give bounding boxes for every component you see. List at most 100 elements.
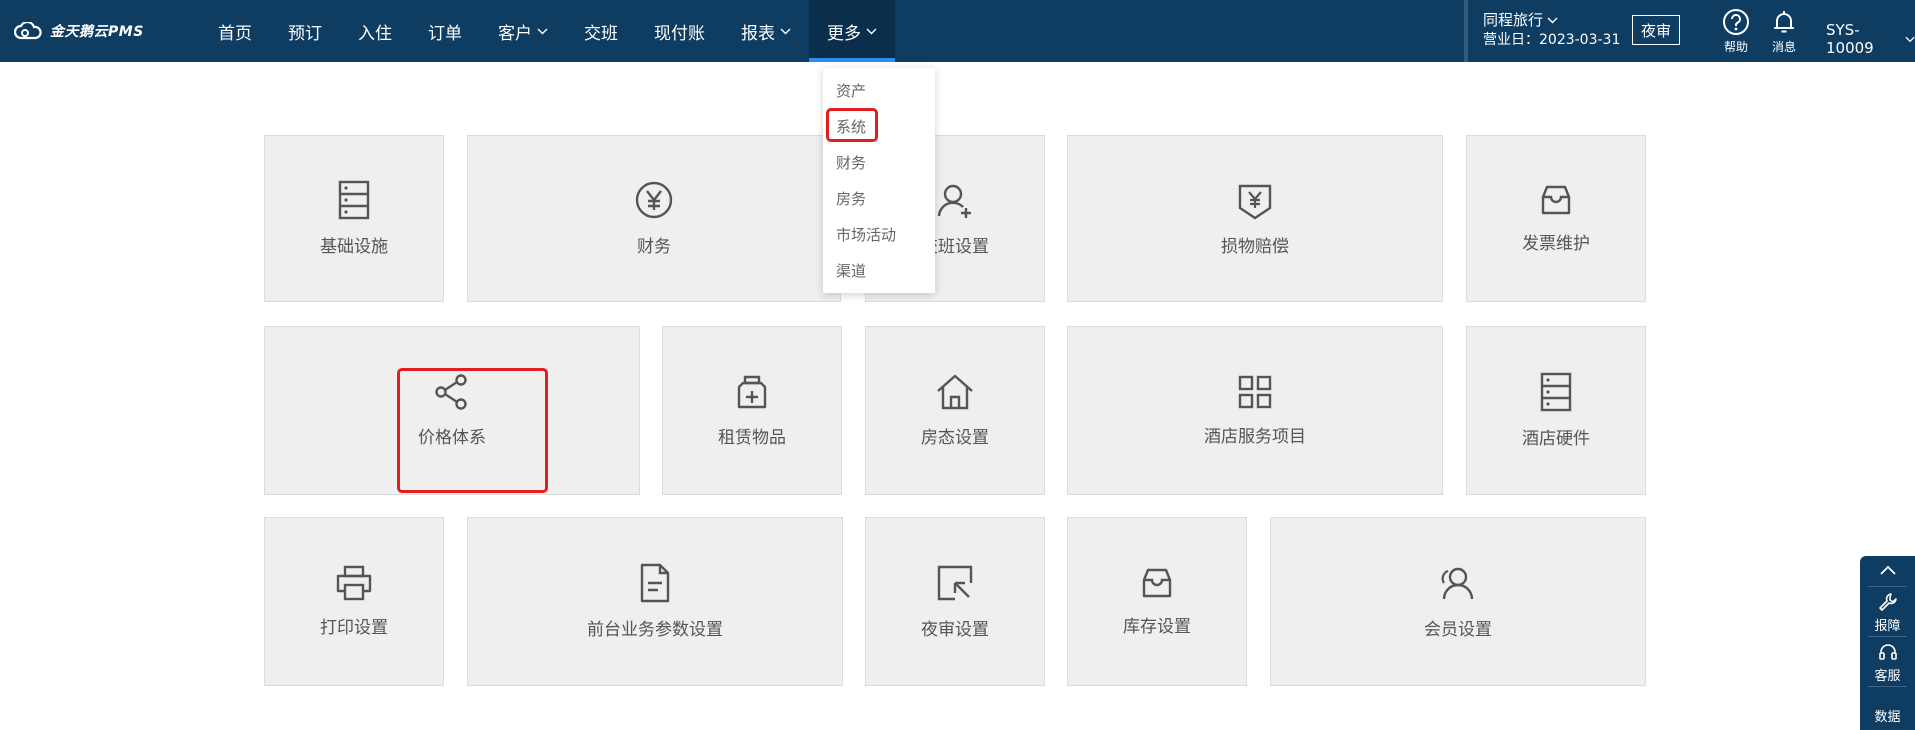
tile-room-status[interactable]: 房态设置 [865,326,1045,495]
tile-label: 库存设置 [1123,617,1191,637]
yen-bag-icon [1238,184,1272,220]
user-menu[interactable]: SYS-10009 [1826,21,1915,57]
main-nav: 首页 预订 入住 订单 客户 交班 现付账 报表 更多 [200,0,895,62]
more-dropdown-menu: 资产 系统 财务 房务 市场活动 渠道 [823,68,935,293]
nav-more-label: 更多 [827,23,861,44]
user-add-icon [937,184,971,218]
chevron-up-icon [1879,565,1896,575]
server-rack-icon [1540,372,1572,412]
menu-item-assets[interactable]: 资产 [836,80,866,101]
tile-label: 前台业务参数设置 [587,620,723,640]
dock-divider [1868,636,1907,637]
tile-label: 房态设置 [921,428,989,448]
dock-service-button[interactable]: 客服 [1860,642,1915,684]
nav-cash-account-label: 现付账 [654,23,705,44]
user-label: SYS-10009 [1826,21,1874,57]
grid-icon [1238,375,1272,409]
medkit-icon [737,375,767,409]
headset-icon [1878,644,1897,660]
nav-home-label: 首页 [218,23,252,44]
top-navigation-bar: 金天鹅云PMS 首页 预订 入住 订单 客户 交班 现付账 报表 更多 同程旅行… [0,0,1915,62]
highlight-system-menu-item [826,108,878,142]
logo-text: 金天鹅云PMS [50,24,144,40]
tile-label: 酒店硬件 [1522,429,1590,449]
document-icon [640,563,670,603]
messages-button[interactable]: 消息 [1764,8,1804,55]
inbox-icon [1541,185,1571,215]
nav-customers-label: 客户 [498,23,532,44]
tile-hotel-services[interactable]: 酒店服务项目 [1067,326,1443,495]
bell-icon [1774,11,1794,33]
tile-label: 基础设施 [320,237,388,257]
dock-data-label: 数据 [1874,710,1901,725]
tile-print-settings[interactable]: 打印设置 [264,517,444,686]
side-dock: 报障 客服 数据 [1860,556,1915,730]
yen-coin-icon [635,181,673,219]
nav-orders-label: 订单 [428,23,462,44]
cloud-logo-icon [14,22,42,40]
dock-data-button[interactable]: 数据 [1860,706,1915,725]
nav-more[interactable]: 更多 [809,0,895,62]
nav-booking-label: 预订 [288,23,322,44]
tile-label: 酒店服务项目 [1204,427,1306,447]
menu-item-marketing[interactable]: 市场活动 [836,224,896,245]
chevron-down-icon [1547,17,1558,23]
hotel-name: 同程旅行 [1483,11,1544,29]
tile-finance[interactable]: 财务 [467,135,841,302]
printer-icon [336,565,372,601]
dock-divider [1868,586,1907,587]
inbox-icon [1142,568,1172,598]
tile-frontdesk-params[interactable]: 前台业务参数设置 [467,517,843,686]
server-rack-icon [338,180,370,220]
dock-report-button[interactable]: 报障 [1860,592,1915,634]
nav-checkin-label: 入住 [358,23,392,44]
nav-shift[interactable]: 交班 [566,0,636,62]
highlight-price-system-tile [397,368,548,493]
nav-booking[interactable]: 预订 [270,0,340,62]
nav-orders[interactable]: 订单 [410,0,480,62]
night-audit-button[interactable]: 夜审 [1632,15,1680,45]
tile-night-audit-settings[interactable]: 夜审设置 [865,517,1045,686]
messages-label: 消息 [1771,40,1796,54]
nav-cash-account[interactable]: 现付账 [636,0,723,62]
nav-customers[interactable]: 客户 [480,0,566,62]
hotel-selector[interactable]: 同程旅行 营业日：2023-03-31 [1483,10,1620,50]
app-logo[interactable]: 金天鹅云PMS [14,20,144,42]
tile-invoice[interactable]: 发票维护 [1466,135,1646,302]
help-icon [1723,9,1749,35]
nav-home[interactable]: 首页 [200,0,270,62]
help-button[interactable]: 帮助 [1716,8,1756,55]
nav-shift-label: 交班 [584,23,618,44]
nav-checkin[interactable]: 入住 [340,0,410,62]
cursor-select-icon [937,565,973,601]
tile-label: 财务 [637,237,671,257]
tile-label: 发票维护 [1522,234,1590,254]
menu-item-finance[interactable]: 财务 [836,152,866,173]
dock-service-label: 客服 [1874,669,1901,684]
tile-label: 租赁物品 [718,428,786,448]
header-divider [1464,0,1468,62]
home-icon [937,374,973,410]
chevron-down-icon [1905,36,1915,42]
nav-reports[interactable]: 报表 [723,0,809,62]
tile-inventory-settings[interactable]: 库存设置 [1067,517,1247,686]
tile-hotel-hardware[interactable]: 酒店硬件 [1466,326,1646,495]
tile-infrastructure[interactable]: 基础设施 [264,135,444,302]
wrench-icon [1878,593,1897,611]
menu-item-housekeeping[interactable]: 房务 [836,188,866,209]
tile-label: 打印设置 [320,618,388,638]
help-label: 帮助 [1723,40,1748,54]
tile-label: 夜审设置 [921,620,989,640]
menu-item-channels[interactable]: 渠道 [836,260,866,281]
tile-damage-compensation[interactable]: 损物赔偿 [1067,135,1443,302]
tile-label: 会员设置 [1424,620,1492,640]
dock-report-label: 报障 [1874,619,1901,634]
tile-label: 损物赔偿 [1221,237,1289,257]
tile-member-settings[interactable]: 会员设置 [1270,517,1646,686]
chevron-down-icon [780,28,791,34]
tile-rental-items[interactable]: 租赁物品 [662,326,842,495]
nav-reports-label: 报表 [741,23,775,44]
dock-collapse-button[interactable] [1860,564,1915,579]
business-date: 营业日：2023-03-31 [1483,32,1621,48]
chevron-down-icon [866,28,877,34]
